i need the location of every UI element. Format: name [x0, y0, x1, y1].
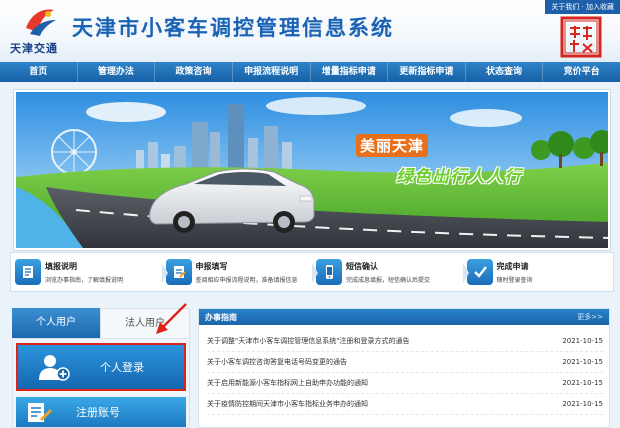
- process-steps: 填报说明 浏览办事指南，了解填报说明 申报填写 查阅相应申报流程说明，准备填报信…: [10, 252, 614, 292]
- list-item[interactable]: 关于小客车调控咨询答复电话号码变更的通告 2021-10-15: [207, 352, 603, 373]
- step-title: 申报填写: [195, 261, 228, 271]
- register-account-label: 注册账号: [76, 406, 120, 419]
- banner-headline: 美丽天津: [356, 134, 429, 157]
- step-fill-instructions[interactable]: 填报说明 浏览办事指南，了解填报说明: [11, 253, 168, 291]
- nav-policy[interactable]: 政策咨询: [155, 62, 233, 82]
- nav-status[interactable]: 状态查询: [466, 62, 544, 82]
- register-icon: [28, 403, 53, 422]
- login-box: 个人登录 注册账号: [12, 338, 190, 428]
- step-complete[interactable]: 完成申请 随时登录查询: [463, 253, 614, 291]
- site-header: 天津交通 天津市小客车调控管理信息系统 天津市小客车调控管理信息系统 关于我们 …: [0, 0, 620, 62]
- tianjin-seal-icon: [560, 16, 602, 58]
- logo-icon: [26, 9, 56, 36]
- tianjin-transport-logo[interactable]: 天津交通: [8, 6, 70, 58]
- tab-personal-user[interactable]: 个人用户: [12, 308, 100, 338]
- red-arrow-icon: [156, 303, 187, 334]
- more-link[interactable]: 更多>>: [577, 312, 603, 322]
- about-favorite-links[interactable]: 关于我们 · 加入收藏: [551, 3, 614, 11]
- list-item[interactable]: 关于疫情防控期间天津市小客车指标业务申办的通知 2021-10-15: [207, 394, 603, 415]
- notice-title[interactable]: 关于小客车调控咨询答复电话号码变更的通告: [207, 357, 347, 367]
- nav-home[interactable]: 首页: [0, 62, 78, 82]
- notice-date: 2021-10-15: [562, 358, 603, 366]
- step-arrow: [312, 263, 318, 283]
- nav-incremental[interactable]: 增量指标申请: [311, 62, 389, 82]
- register-account-button[interactable]: 注册账号: [16, 397, 186, 427]
- personal-login-button[interactable]: 个人登录: [16, 343, 186, 391]
- notice-date: 2021-10-15: [562, 337, 603, 345]
- form-icon: [165, 259, 192, 285]
- step-title: 完成申请: [496, 261, 529, 271]
- service-guide-panel: 办事指南 更多>> 关于调整"天津市小客车调控管理信息系统"注册和登录方式的通告…: [198, 308, 610, 428]
- list-item[interactable]: 关于启用新能源小客车指标网上自助申办功能的通知 2021-10-15: [207, 373, 603, 394]
- service-guide-title: 办事指南: [205, 312, 237, 322]
- banner: 美丽天津 绿色出行人人行: [14, 90, 610, 250]
- nav-process[interactable]: 申报流程说明: [233, 62, 311, 82]
- checkmark-icon: [466, 259, 493, 285]
- notice-title[interactable]: 关于疫情防控期间天津市小客车指标业务申办的通知: [207, 399, 368, 409]
- notice-date: 2021-10-15: [562, 400, 603, 408]
- user-add-icon: [39, 355, 70, 381]
- notice-title[interactable]: 关于调整"天津市小客车调控管理信息系统"注册和登录方式的通告: [207, 336, 409, 346]
- step-desc: 浏览办事指南，了解填报说明: [45, 276, 124, 284]
- banner-slogan: 绿色出行人人行: [396, 167, 522, 187]
- step-desc: 随时登录查询: [496, 276, 533, 284]
- notice-list: 关于调整"天津市小客车调控管理信息系统"注册和登录方式的通告 2021-10-1…: [199, 325, 609, 415]
- step-title: 短信确认: [346, 261, 378, 271]
- step-desc: 查阅相应申报流程说明，准备填报信息: [195, 276, 298, 284]
- step-arrow: [161, 263, 168, 283]
- document-icon: [15, 259, 41, 285]
- service-guide-header: 办事指南 更多>>: [199, 309, 609, 325]
- step-application-form[interactable]: 申报填写 查阅相应申报流程说明，准备填报信息: [162, 253, 318, 291]
- nav-regulations[interactable]: 管理办法: [78, 62, 156, 82]
- step-desc: 完成成息填报，短信确认后提交: [346, 276, 431, 284]
- step-sms-confirm[interactable]: 短信确认 完成成息填报，短信确认后提交: [312, 253, 469, 291]
- logo-text: 天津交通: [10, 42, 58, 55]
- nav-bidding[interactable]: 竞价平台: [543, 62, 620, 82]
- notice-title[interactable]: 关于启用新能源小客车指标网上自助申办功能的通知: [207, 378, 368, 388]
- notice-date: 2021-10-15: [562, 379, 603, 387]
- site-title-reflection: 天津市小客车调控管理信息系统: [72, 23, 394, 35]
- list-item[interactable]: 关于调整"天津市小客车调控管理信息系统"注册和登录方式的通告 2021-10-1…: [207, 331, 603, 352]
- step-arrow: [462, 263, 469, 283]
- main-nav: 首页 管理办法 政策咨询 申报流程说明 增量指标申请 更新指标申请 状态查询 竞…: [0, 62, 620, 82]
- step-title: 填报说明: [45, 261, 77, 271]
- personal-login-label: 个人登录: [100, 361, 144, 374]
- top-links[interactable]: 关于我们 · 加入收藏: [545, 0, 620, 14]
- phone-icon: [316, 259, 342, 285]
- nav-renewal[interactable]: 更新指标申请: [388, 62, 466, 82]
